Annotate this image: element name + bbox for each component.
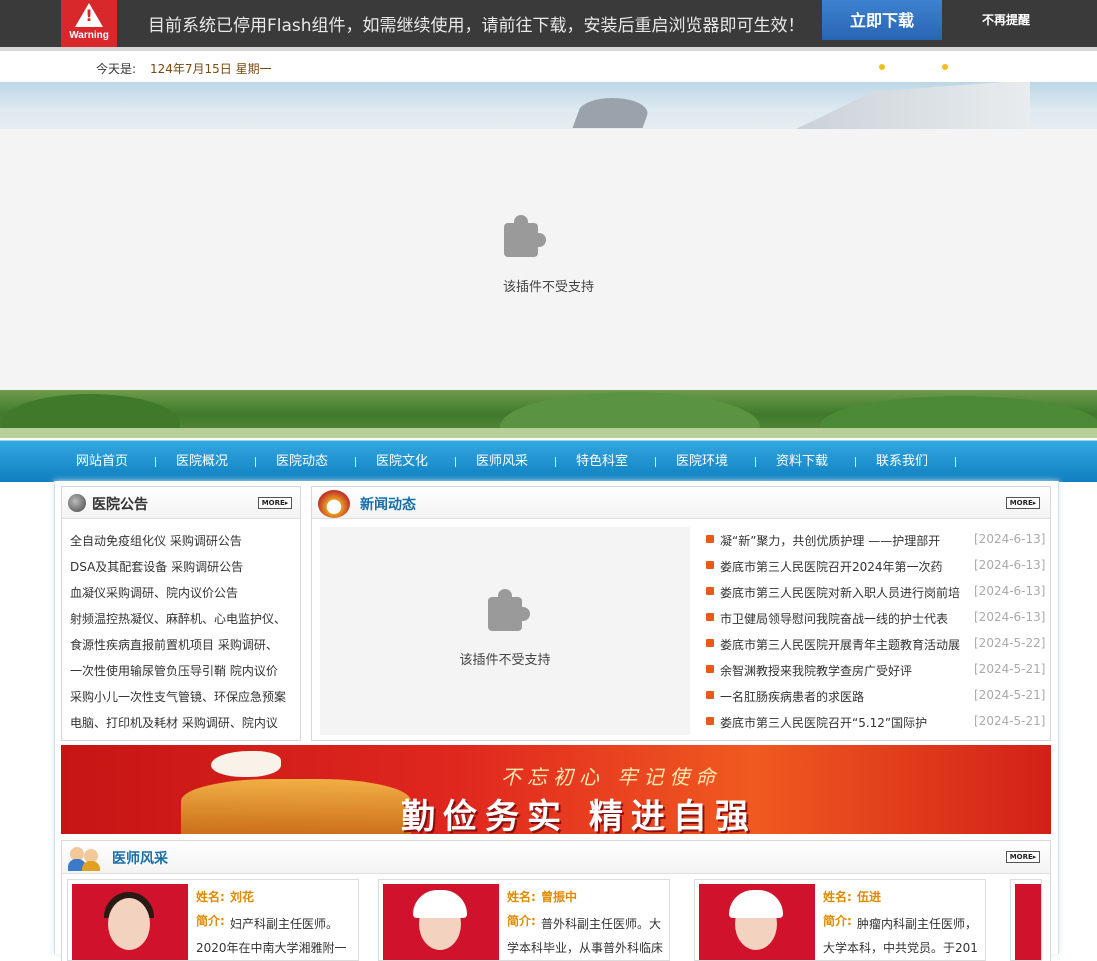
doctor-intro: 肿瘤内科副主任医师，大学本科，中共党员。于201 <box>823 917 978 955</box>
date-bar: 今天是: 124年7月15日 星期一 <box>0 51 1097 82</box>
nav-item-culture[interactable]: 医院文化 <box>376 441 428 482</box>
doctor-name-label: 姓名: <box>196 890 225 904</box>
doctors-icon <box>68 845 102 871</box>
doctor-card[interactable]: 姓名: 伍进 简介: 肿瘤内科副主任医师，大学本科，中共党员。于201 <box>694 879 986 961</box>
doctor-card[interactable]: 姓名: 刘花 简介: 妇产科副主任医师。2020年在中南大学湘雅附一进 <box>67 879 359 961</box>
notice-item[interactable]: 血凝仪采购调研、院内议价公告 <box>70 584 238 601</box>
nav-item-doctors[interactable]: 医师风采 <box>476 441 528 482</box>
news-flash-placeholder: 该插件不受支持 <box>320 527 690 735</box>
news-date: [2024-6-13] <box>974 610 1046 624</box>
notice-item[interactable]: 采购小儿一次性支气管镜、环保应急预案 <box>70 688 286 705</box>
arrow-bullet-icon <box>706 561 714 569</box>
arrow-bullet-icon <box>706 639 714 647</box>
doctor-name[interactable]: 曾振中 <box>541 888 577 905</box>
arrow-bullet-icon <box>706 665 714 673</box>
arrow-bullet-icon <box>706 717 714 725</box>
news-date: [2024-6-13] <box>974 532 1046 546</box>
doctor-photo[interactable] <box>72 884 188 960</box>
plugin-unsupported-text: 该插件不受支持 <box>502 280 594 295</box>
flash-warning-bar: ! Warning 目前系统已停用Flash组件，如需继续使用，请前往下载，安装… <box>0 0 1097 51</box>
dismiss-reminder-link[interactable]: 不再提醒 <box>982 11 1030 28</box>
nav-item-downloads[interactable]: 资料下载 <box>776 441 828 482</box>
doctor-name-label: 姓名: <box>823 890 852 904</box>
notice-item[interactable]: 电脑、打印机及耗材 采购调研、院内议 <box>70 714 278 731</box>
doctor-card-partial[interactable] <box>1010 879 1042 961</box>
warning-badge: ! Warning <box>61 0 117 47</box>
doctor-photo[interactable] <box>1015 884 1041 960</box>
header-banner-top <box>0 82 1097 129</box>
doctor-name-label: 姓名: <box>507 890 536 904</box>
nav-item-departments[interactable]: 特色科室 <box>576 441 628 482</box>
nav-item-overview[interactable]: 医院概况 <box>176 441 228 482</box>
notice-item[interactable]: DSA及其配套设备 采购调研公告 <box>70 558 243 575</box>
notice-title: 医院公告 <box>92 497 148 513</box>
arrow-bullet-icon <box>706 613 714 621</box>
doctor-intro: 普外科副主任医师。大学本科毕业，从事普外科临床 <box>507 917 664 955</box>
nav-item-home[interactable]: 网站首页 <box>76 441 128 482</box>
doctor-photo[interactable] <box>699 884 815 960</box>
news-date: [2024-5-21] <box>974 688 1046 702</box>
dot-icon[interactable] <box>879 64 885 70</box>
tiananmen-image <box>181 779 411 834</box>
news-date: [2024-5-21] <box>974 714 1046 728</box>
nav-item-environment[interactable]: 医院环境 <box>676 441 728 482</box>
date-label: 今天是: <box>96 62 137 76</box>
speaker-icon <box>68 494 86 512</box>
slogan-subtitle: 不忘初心 牢记使命 <box>501 765 722 789</box>
news-title: 新闻动态 <box>360 497 416 513</box>
download-now-button[interactable]: 立即下载 <box>822 0 942 40</box>
news-date: [2024-5-21] <box>974 662 1046 676</box>
nav-item-contact[interactable]: 联系我们 <box>876 441 928 482</box>
dove-image <box>211 751 281 777</box>
notice-panel: 医院公告 MORE▸ 全自动免疫组化仪 采购调研公告 DSA及其配套设备 采购调… <box>61 486 301 741</box>
date-value: 124年7月15日 星期一 <box>150 62 272 76</box>
dot-icon[interactable] <box>942 64 948 70</box>
doctor-name[interactable]: 伍进 <box>857 888 881 905</box>
doctor-name[interactable]: 刘花 <box>230 888 254 905</box>
notice-item[interactable]: 射频温控热凝仪、麻醉机、心电监护仪、 <box>70 610 286 627</box>
doctors-title: 医师风采 <box>112 851 168 867</box>
doctors-more-button[interactable]: MORE▸ <box>1006 851 1040 863</box>
news-more-button[interactable]: MORE▸ <box>1006 497 1040 509</box>
notice-item[interactable]: 食源性疾病直报前置机项目 采购调研、 <box>70 636 278 653</box>
hospital-building-image <box>796 82 1030 129</box>
notice-item[interactable]: 一次性使用输尿管负压导引鞘 院内议价 <box>70 662 278 679</box>
arrow-bullet-icon <box>706 691 714 699</box>
flash-message: 目前系统已停用Flash组件，如需继续使用，请前往下载，安装后重启浏览器即可生效… <box>148 16 805 36</box>
notice-item[interactable]: 全自动免疫组化仪 采购调研公告 <box>70 532 242 549</box>
news-panel: 新闻动态 MORE▸ 该插件不受支持 凝“新”聚力，共创优质护理 ——护理部开 … <box>311 486 1051 741</box>
nav-item-news[interactable]: 医院动态 <box>276 441 328 482</box>
slogan-main: 勤俭务实 精进自强 <box>401 797 757 834</box>
header-banner-bottom <box>0 390 1097 438</box>
slogan-banner: 不忘初心 牢记使命 勤俭务实 精进自强 <box>61 745 1051 834</box>
main-content: 医院公告 MORE▸ 全自动免疫组化仪 采购调研公告 DSA及其配套设备 采购调… <box>54 481 1059 961</box>
plugin-unsupported-text: 该插件不受支持 <box>459 653 551 668</box>
notice-more-button[interactable]: MORE▸ <box>258 497 292 509</box>
flash-plugin-placeholder: 该插件不受支持 <box>0 129 1097 390</box>
news-date: [2024-5-22] <box>974 636 1046 650</box>
warning-label: Warning <box>69 30 109 41</box>
dove-sculpture-image <box>572 98 654 128</box>
puzzle-icon <box>504 215 546 257</box>
doctor-card[interactable]: 姓名: 曾振中 简介: 普外科副主任医师。大学本科毕业，从事普外科临床 <box>378 879 670 961</box>
main-nav: 网站首页 医院概况 医院动态 医院文化 医师风采 特色科室 医院环境 资料下载 … <box>0 440 1097 482</box>
doctor-photo[interactable] <box>383 884 499 960</box>
news-date: [2024-6-13] <box>974 558 1046 572</box>
puzzle-icon <box>488 589 530 631</box>
arrow-bullet-icon <box>706 587 714 595</box>
arrow-bullet-icon <box>706 535 714 543</box>
news-mascot-icon <box>318 490 350 518</box>
news-date: [2024-6-13] <box>974 584 1046 598</box>
